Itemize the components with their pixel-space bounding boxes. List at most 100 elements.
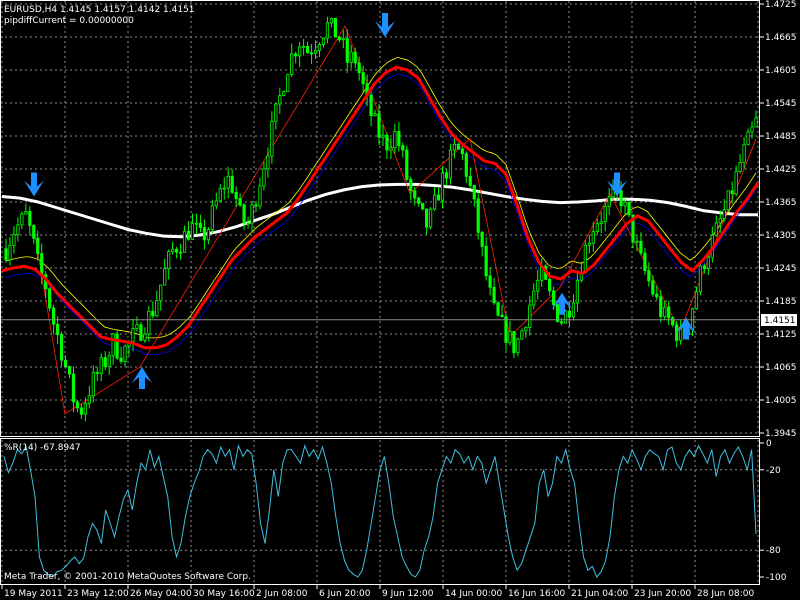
candle-body bbox=[480, 231, 484, 247]
candle-body bbox=[373, 113, 377, 117]
candle-body bbox=[595, 223, 599, 233]
candle-body bbox=[754, 117, 758, 128]
candle-body bbox=[321, 37, 326, 45]
candle-body bbox=[504, 316, 508, 343]
chart-background bbox=[0, 0, 800, 600]
candle-body bbox=[357, 62, 361, 74]
candle-body bbox=[413, 190, 417, 199]
candle-body bbox=[512, 331, 516, 354]
candle-body bbox=[591, 231, 595, 244]
candle-body bbox=[198, 222, 203, 228]
candle-body bbox=[385, 134, 389, 151]
candle-body bbox=[214, 200, 218, 207]
candle-body bbox=[63, 359, 68, 367]
candle-body bbox=[67, 366, 72, 375]
candle-body bbox=[8, 244, 12, 261]
candle-body bbox=[671, 317, 675, 326]
candle-body bbox=[397, 131, 401, 146]
candle-body bbox=[599, 221, 603, 225]
time-tick-label: 26 May 04:00 bbox=[130, 589, 192, 599]
candle-body bbox=[325, 22, 330, 39]
candle-body bbox=[167, 251, 171, 270]
candle-body bbox=[59, 334, 64, 361]
candle-body bbox=[119, 357, 123, 362]
candle-body bbox=[282, 91, 286, 96]
candle-body bbox=[409, 178, 413, 191]
candle-body bbox=[702, 265, 707, 270]
candle-body bbox=[555, 304, 560, 323]
time-tick-label: 14 Jun 00:00 bbox=[445, 589, 502, 599]
candle-body bbox=[532, 290, 536, 306]
candle-body bbox=[4, 248, 8, 261]
candle-body bbox=[484, 245, 488, 277]
candle-body bbox=[103, 357, 107, 367]
candle-body bbox=[79, 407, 83, 415]
candle-body bbox=[496, 302, 500, 316]
candle-body bbox=[163, 268, 167, 286]
candle-body bbox=[302, 45, 306, 48]
candle-body bbox=[234, 192, 238, 199]
candle-body bbox=[734, 171, 738, 195]
candle-body bbox=[472, 185, 476, 200]
candle-body bbox=[508, 331, 512, 343]
candle-body bbox=[417, 197, 421, 204]
time-tick-label: 2 Jun 08:00 bbox=[256, 589, 308, 599]
candle-body bbox=[75, 401, 80, 409]
candle-body bbox=[139, 324, 143, 341]
candle-body bbox=[337, 36, 341, 41]
candle-body bbox=[222, 187, 226, 190]
candle-body bbox=[206, 229, 210, 241]
candle-body bbox=[246, 222, 250, 225]
time-tick-label: 30 May 16:00 bbox=[193, 589, 255, 599]
candle-body bbox=[286, 74, 290, 93]
candle-body bbox=[436, 194, 441, 201]
candle-body bbox=[298, 46, 302, 57]
candle-body bbox=[313, 50, 318, 54]
candle-body bbox=[488, 275, 492, 288]
candle-body bbox=[361, 72, 365, 85]
price-tick-label: 1.4125 bbox=[765, 330, 797, 340]
candle-body bbox=[258, 185, 262, 207]
candle-body bbox=[329, 17, 333, 24]
candle-body bbox=[421, 202, 425, 210]
candle-body bbox=[349, 51, 353, 63]
candle-body bbox=[24, 211, 28, 215]
price-chart-window[interactable]: 1.4725 1.4665 1.4605 1.4545 1.4485 1.4425 1.43… bbox=[0, 0, 800, 600]
candle-body bbox=[452, 143, 457, 151]
candle-body bbox=[305, 45, 310, 54]
candle-body bbox=[107, 355, 111, 367]
candle-body bbox=[722, 209, 726, 219]
candle-body bbox=[663, 306, 667, 317]
price-tick-label: 1.4665 bbox=[765, 33, 797, 43]
candle-body bbox=[520, 330, 524, 340]
candle-body bbox=[16, 224, 20, 235]
candle-body bbox=[583, 244, 587, 273]
candle-body bbox=[528, 304, 532, 328]
candle-body bbox=[500, 314, 504, 318]
candle-body bbox=[456, 143, 460, 150]
candle-body bbox=[730, 190, 734, 195]
candle-body bbox=[746, 131, 750, 146]
candle-body bbox=[639, 240, 643, 254]
candle-body bbox=[182, 230, 187, 253]
candle-body bbox=[389, 147, 393, 151]
time-tick-label: 16 Jun 16:00 bbox=[508, 589, 565, 599]
candle-body bbox=[341, 38, 345, 41]
candle-body bbox=[226, 175, 230, 189]
candle-body bbox=[524, 327, 528, 332]
time-tick-label: 21 Jun 04:00 bbox=[571, 589, 628, 599]
candle-body bbox=[40, 253, 44, 275]
candle-body bbox=[32, 225, 36, 239]
candle-body bbox=[647, 270, 651, 282]
candle-body bbox=[516, 338, 520, 354]
candle-body bbox=[706, 256, 710, 270]
candle-body bbox=[250, 204, 254, 224]
candle-body bbox=[210, 205, 214, 230]
price-tick-label: 1.4485 bbox=[765, 132, 797, 142]
wpr-tick-label: -100 bbox=[766, 573, 787, 583]
price-tick-label: 1.4005 bbox=[765, 396, 797, 406]
candle-body bbox=[468, 175, 472, 186]
candle-body bbox=[48, 288, 52, 309]
candle-body bbox=[440, 172, 445, 201]
candle-body bbox=[262, 168, 266, 187]
